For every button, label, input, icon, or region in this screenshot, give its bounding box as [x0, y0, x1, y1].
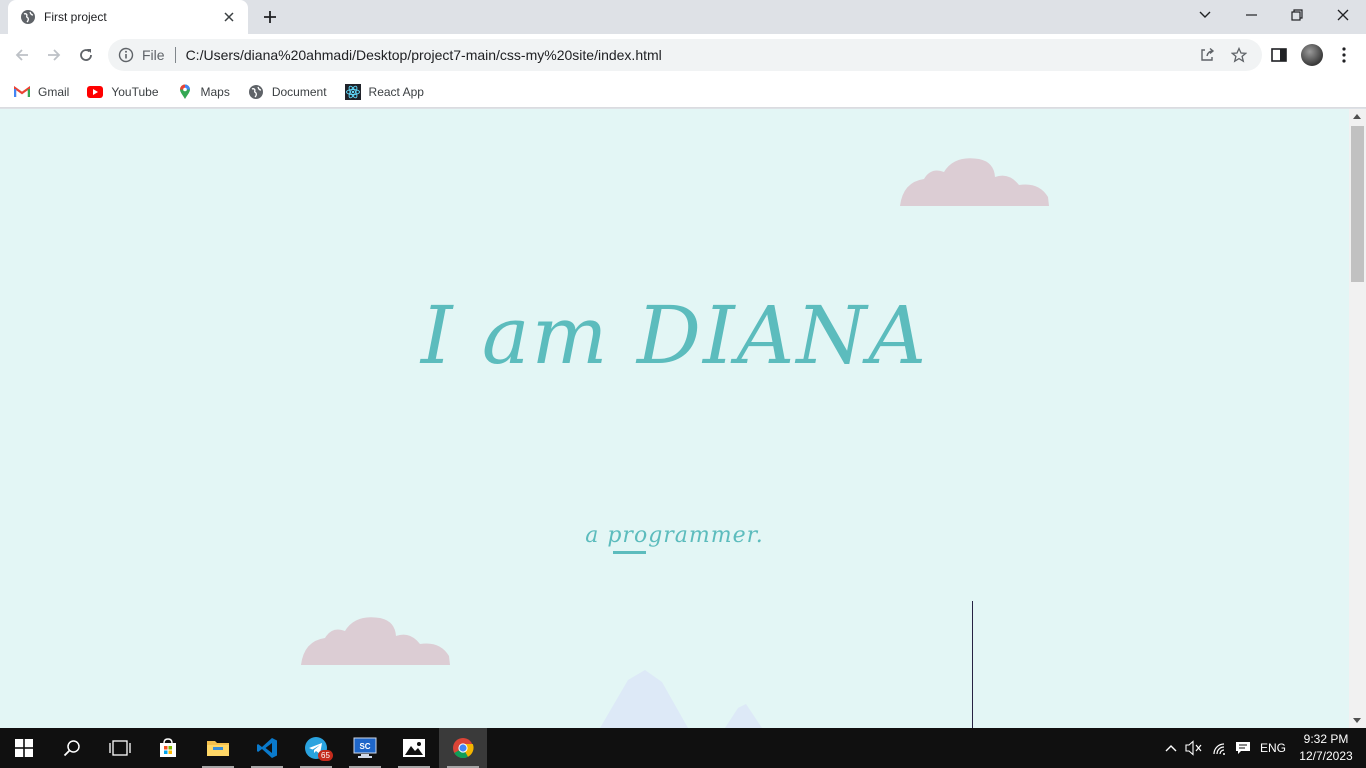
notifications-icon[interactable] [1233, 728, 1253, 768]
task-view-icon[interactable] [96, 728, 144, 768]
hero-subtitle: a programmer. [0, 523, 1349, 554]
maps-icon [177, 84, 193, 100]
globe-icon [20, 9, 36, 25]
profile-avatar[interactable] [1301, 44, 1323, 66]
vertical-line [972, 601, 973, 728]
menu-icon[interactable] [1336, 46, 1352, 64]
mountains-illustration [600, 670, 762, 728]
minimize-button[interactable] [1228, 0, 1274, 30]
scroll-up-arrow[interactable] [1353, 114, 1361, 119]
youtube-icon [87, 84, 104, 100]
cloud-top [900, 158, 1049, 206]
tab-first-project[interactable]: First project [8, 0, 248, 34]
restore-button[interactable] [1274, 0, 1320, 30]
hero-title: I am DIANA [420, 289, 929, 382]
back-button[interactable] [8, 41, 36, 69]
bookmark-label: Document [271, 84, 327, 99]
globe-icon [248, 84, 264, 100]
bookmark-document[interactable]: Document [248, 78, 335, 106]
react-icon [344, 83, 361, 100]
vscode-icon[interactable] [243, 728, 291, 768]
telegram-icon[interactable]: 65 [292, 728, 340, 768]
tab-title: First project [44, 10, 107, 24]
search-icon[interactable] [48, 728, 96, 768]
windows-start-icon[interactable] [0, 728, 48, 768]
side-panel-icon[interactable] [1270, 46, 1288, 64]
url-scheme: File [142, 47, 165, 63]
tab-search-icon[interactable] [1182, 0, 1228, 30]
vertical-scrollbar[interactable] [1349, 109, 1366, 728]
subtitle-underline [613, 551, 646, 554]
language-indicator[interactable]: ENG [1255, 728, 1291, 768]
url-separator [174, 47, 176, 63]
address-bar[interactable]: File C:/Users/diana%20ahmadi/Desktop/pro… [108, 39, 1262, 71]
tab-strip: First project [0, 0, 1366, 34]
bookmark-star-icon[interactable] [1230, 46, 1248, 64]
bookmark-react-app[interactable]: React App [344, 78, 432, 106]
bookmark-youtube[interactable]: YouTube [87, 78, 166, 106]
bookmark-label: React App [368, 84, 424, 99]
windows-taskbar: 65 SC ENG 9:32 PM 12/7/2023 [0, 728, 1366, 768]
url-text[interactable]: C:/Users/diana%20ahmadi/Desktop/project7… [186, 47, 1262, 63]
bookmark-label: Maps [200, 84, 230, 99]
scroll-down-arrow[interactable] [1353, 718, 1361, 723]
wifi-icon[interactable] [1210, 728, 1230, 768]
close-window-button[interactable] [1320, 0, 1366, 30]
bookmarks-bar: Gmail YouTube Maps Document React App [0, 76, 1366, 108]
bookmark-gmail[interactable]: Gmail [14, 78, 77, 106]
bookmark-label: YouTube [111, 84, 159, 99]
bookmark-maps[interactable]: Maps [177, 78, 238, 106]
hero-subtitle-text: a programmer. [585, 523, 764, 548]
close-tab-icon[interactable] [220, 8, 238, 26]
gmail-icon [14, 84, 30, 100]
forward-button[interactable] [40, 41, 68, 69]
browser-toolbar: File C:/Users/diana%20ahmadi/Desktop/pro… [0, 34, 1366, 76]
file-explorer-icon[interactable] [194, 728, 242, 768]
scrollbar-thumb[interactable] [1351, 126, 1364, 282]
new-tab-button[interactable] [258, 6, 282, 28]
svg-text:SC: SC [359, 742, 370, 751]
clock-date: 12/7/2023 [1299, 749, 1353, 763]
site-info-icon[interactable] [118, 47, 134, 63]
telegram-badge: 65 [318, 750, 333, 761]
page-viewport: I am DIANA a programmer. [0, 109, 1349, 728]
chrome-icon[interactable] [439, 728, 487, 768]
tray-overflow-icon[interactable] [1162, 728, 1180, 768]
photos-icon[interactable] [390, 728, 438, 768]
remote-desktop-icon[interactable]: SC [341, 728, 389, 768]
share-icon[interactable] [1198, 46, 1216, 64]
reload-button[interactable] [72, 41, 100, 69]
volume-muted-icon[interactable] [1184, 728, 1204, 768]
microsoft-store-icon[interactable] [144, 728, 192, 768]
clock-time: 9:32 PM [1303, 732, 1349, 746]
system-clock[interactable]: 9:32 PM 12/7/2023 [1294, 731, 1358, 765]
cloud-bottom [301, 617, 450, 665]
bookmark-label: Gmail [38, 84, 70, 99]
